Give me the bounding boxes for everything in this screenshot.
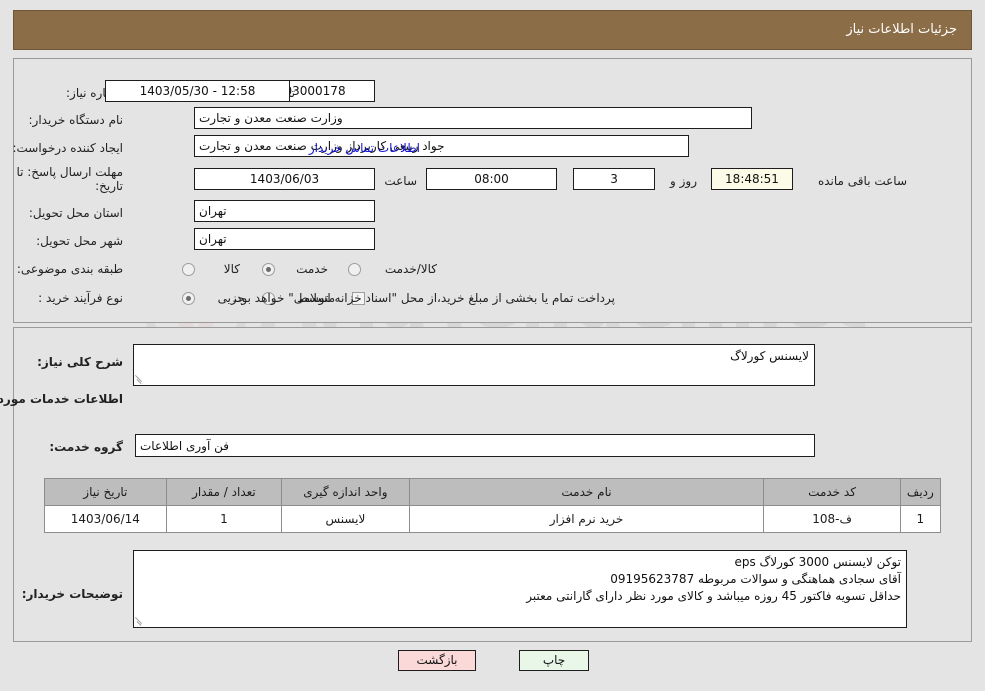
th-unit: واحد اندازه گیری xyxy=(281,478,410,506)
table-header-row: ردیف کد خدمت نام خدمت واحد اندازه گیری ت… xyxy=(44,478,942,506)
buyer-contact-link[interactable]: اطلاعات تماس خریدار xyxy=(309,141,420,155)
td-quantity: 1 xyxy=(165,505,283,533)
category-option-kala-label: کالا xyxy=(223,262,240,276)
treasury-bond-label: پرداخت تمام یا بخشی از مبلغ خرید،از محل … xyxy=(232,291,615,305)
category-radio-khedmat[interactable] xyxy=(262,263,275,276)
table-row: 1 ف-108 خرید نرم افزار لایسنس 1 1403/06/… xyxy=(44,505,942,533)
province-label: استان محل تحویل: xyxy=(28,206,123,220)
td-service-code: ف-108 xyxy=(763,505,901,533)
back-button[interactable]: بازگشت xyxy=(398,650,476,671)
th-service-code: کد خدمت xyxy=(763,478,901,506)
announce-datetime-value: 12:58 - 1403/05/30 xyxy=(105,80,290,102)
deadline-hour-label: ساعت xyxy=(384,174,417,188)
buyer-notes-label: توضیحات خریدار: xyxy=(21,587,123,601)
buyer-notes-line-2: آقای سجادی هماهنگی و سوالات مربوطه 09195… xyxy=(610,572,901,586)
buyer-notes-resize-handle[interactable] xyxy=(133,616,143,626)
deadline-time-value: 08:00 xyxy=(426,168,557,190)
category-radio-kala[interactable] xyxy=(182,263,195,276)
th-row-number: ردیف xyxy=(899,478,942,506)
buyer-org-value: وزارت صنعت معدن و تجارت xyxy=(194,107,752,129)
header-bar: جزئیات اطلاعات نیاز xyxy=(13,10,972,50)
city-label: شهر محل تحویل: xyxy=(36,234,123,248)
th-quantity: تعداد / مقدار xyxy=(165,478,283,506)
page-root: AriaTender.net جزئیات اطلاعات نیاز شماره… xyxy=(0,0,985,691)
requester-label: ایجاد کننده درخواست: xyxy=(12,141,123,155)
buyer-notes-line-1: توکن لایسنس 3000 کورلاگ eps xyxy=(734,555,901,569)
deadline-label: مهلت ارسال پاسخ: تا تاریخ: xyxy=(16,165,123,193)
remaining-hours-label: ساعت باقی مانده xyxy=(817,174,907,188)
services-table: ردیف کد خدمت نام خدمت واحد اندازه گیری ت… xyxy=(44,478,942,533)
remaining-time-value: 18:48:51 xyxy=(711,168,793,190)
page-title: جزئیات اطلاعات نیاز xyxy=(846,22,957,37)
td-need-date: 1403/06/14 xyxy=(44,505,167,533)
buyer-notes-line-3: حداقل تسویه فاکتور 45 روزه میباشد و کالا… xyxy=(526,589,901,603)
requester-value: جواد ربیعی کاربرداز وزارت صنعت معدن و تج… xyxy=(194,135,689,157)
city-value: تهران xyxy=(194,228,375,250)
category-option-khedmat-label: خدمت xyxy=(296,262,328,276)
print-button[interactable]: چاپ xyxy=(519,650,589,671)
buyer-notes-textarea[interactable]: توکن لایسنس 3000 کورلاگ eps آقای سجادی ه… xyxy=(133,550,907,628)
services-heading: اطلاعات خدمات مورد نیاز xyxy=(0,392,123,406)
remaining-days-label: روز و xyxy=(670,174,697,188)
service-group-value: فن آوری اطلاعات xyxy=(135,434,815,457)
general-desc-label: شرح کلی نیاز: xyxy=(37,355,123,369)
th-service-name: نام خدمت xyxy=(408,478,765,506)
remaining-days-value: 3 xyxy=(573,168,655,190)
general-desc-resize-handle[interactable] xyxy=(133,374,143,384)
service-group-label: گروه خدمت: xyxy=(49,440,123,454)
th-need-date: تاریخ نیاز xyxy=(44,478,167,506)
buyer-org-label: نام دستگاه خریدار: xyxy=(28,113,124,127)
province-value: تهران xyxy=(194,200,375,222)
td-row-number: 1 xyxy=(899,505,942,533)
category-option-kala-khedmat-label: کالا/خدمت xyxy=(384,262,437,276)
process-radio-jozyi[interactable] xyxy=(182,292,195,305)
td-service-name: خرید نرم افزار xyxy=(408,505,765,533)
process-label: نوع فرآیند خرید : xyxy=(38,291,123,305)
category-label: طبقه بندی موضوعی: xyxy=(16,262,123,276)
td-unit: لایسنس xyxy=(281,505,410,533)
category-radio-kala-khedmat[interactable] xyxy=(348,263,361,276)
deadline-date-value: 1403/06/03 xyxy=(194,168,375,190)
general-desc-textarea[interactable]: لایسنس کورلاگ xyxy=(133,344,815,386)
